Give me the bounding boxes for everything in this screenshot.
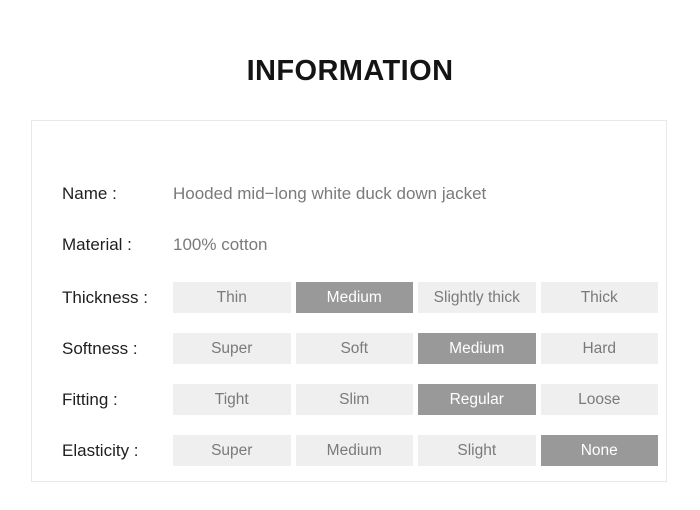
elasticity-option-0[interactable]: Super <box>173 435 291 466</box>
info-row-material-value: 100% cotton <box>173 235 268 254</box>
softness-option-2[interactable]: Medium <box>418 333 536 364</box>
info-row-name-value: Hooded mid−long white duck down jacket <box>173 184 487 203</box>
thickness-option-2[interactable]: Slightly thick <box>418 282 536 313</box>
info-row-name: Name : Hooded mid−long white duck down j… <box>62 183 486 205</box>
elasticity-option-1[interactable]: Medium <box>295 435 413 466</box>
softness-option-0[interactable]: Super <box>173 333 291 364</box>
info-row-elasticity: Elasticity : Super Medium Slight None <box>62 435 658 466</box>
info-row-name-label: Name : <box>62 184 117 203</box>
softness-option-group: Super Soft Medium Hard <box>173 333 658 364</box>
elasticity-option-2[interactable]: Slight <box>418 435 536 466</box>
elasticity-option-3[interactable]: None <box>540 435 658 466</box>
page-title: INFORMATION <box>246 55 454 87</box>
info-row-material-label: Material : <box>62 235 132 254</box>
info-row-fitting-label: Fitting : <box>62 390 118 409</box>
fitting-option-3[interactable]: Loose <box>540 384 658 415</box>
information-card: Name : Hooded mid−long white duck down j… <box>31 120 667 482</box>
thickness-option-1[interactable]: Medium <box>295 282 413 313</box>
info-row-softness: Softness : Super Soft Medium Hard <box>62 333 658 364</box>
thickness-option-group: Thin Medium Slightly thick Thick <box>173 282 658 313</box>
softness-option-1[interactable]: Soft <box>295 333 413 364</box>
info-row-elasticity-label: Elasticity : <box>62 441 139 460</box>
info-row-fitting: Fitting : Tight Slim Regular Loose <box>62 384 658 415</box>
fitting-option-2[interactable]: Regular <box>418 384 536 415</box>
elasticity-option-group: Super Medium Slight None <box>173 435 658 466</box>
thickness-option-0[interactable]: Thin <box>173 282 291 313</box>
fitting-option-group: Tight Slim Regular Loose <box>173 384 658 415</box>
softness-option-3[interactable]: Hard <box>540 333 658 364</box>
info-row-material: Material : 100% cotton <box>62 234 268 256</box>
thickness-option-3[interactable]: Thick <box>540 282 658 313</box>
fitting-option-1[interactable]: Slim <box>295 384 413 415</box>
fitting-option-0[interactable]: Tight <box>173 384 291 415</box>
information-page: INFORMATION Name : Hooded mid−long white… <box>0 0 700 510</box>
info-row-thickness-label: Thickness : <box>62 288 148 307</box>
info-row-thickness: Thickness : Thin Medium Slightly thick T… <box>62 282 658 313</box>
info-row-softness-label: Softness : <box>62 339 138 358</box>
